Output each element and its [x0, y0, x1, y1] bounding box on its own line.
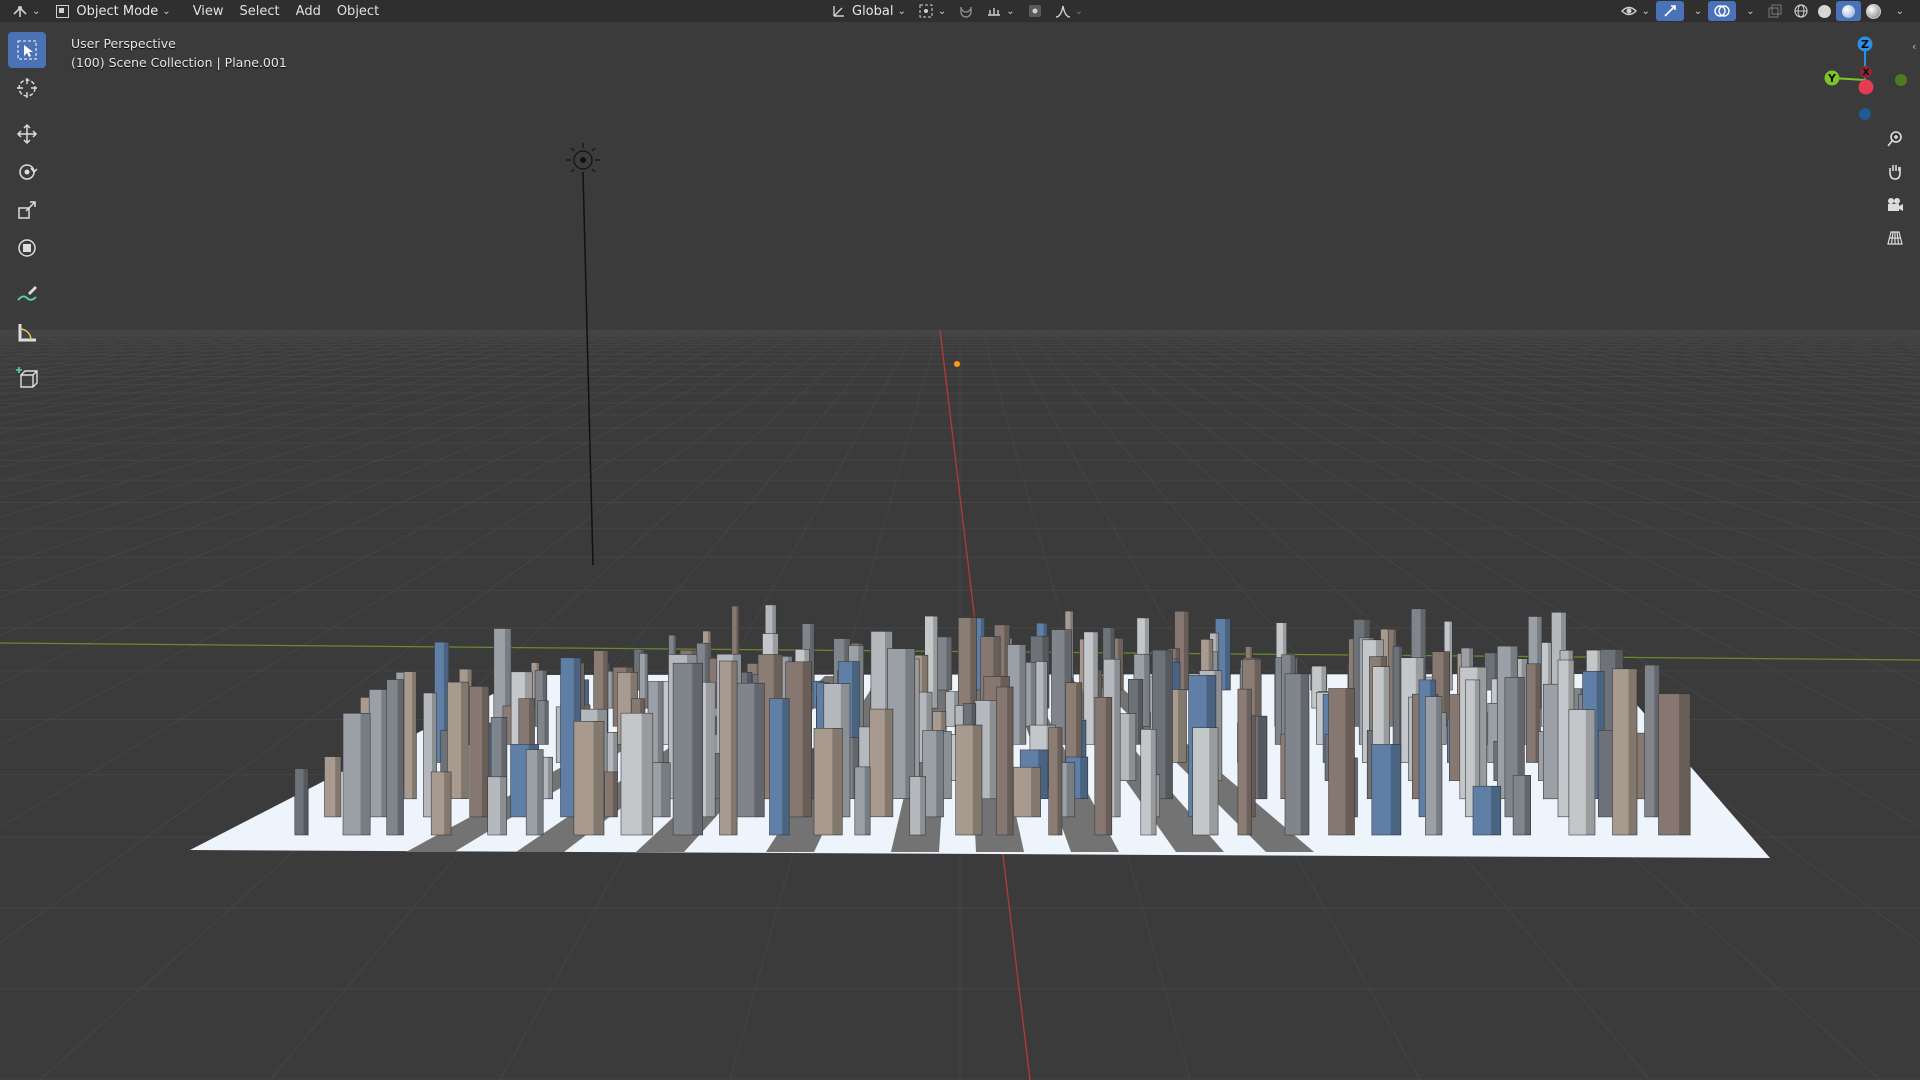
snap-toggle[interactable] — [952, 1, 980, 21]
chevron-down-icon: ⌄ — [1006, 5, 1015, 17]
tool-shelf — [8, 32, 46, 398]
overlays-icon — [1714, 3, 1730, 19]
viewport-header: ⌄ Object Mode ⌄ View Select Add Object G… — [0, 0, 1920, 22]
pivot-icon — [918, 3, 934, 19]
proportional-edit-icon — [1027, 3, 1043, 19]
chevron-down-icon: ⌄ — [897, 5, 906, 17]
tool-scale[interactable] — [8, 192, 46, 228]
editor-type-dropdown[interactable]: ⌄ — [6, 1, 46, 21]
shading-material-button[interactable] — [1835, 1, 1861, 21]
magnet-icon — [958, 3, 974, 19]
camera-icon — [1888, 198, 1903, 211]
wireframe-shading-icon — [1793, 3, 1809, 19]
gizmo-x-label: X — [1863, 68, 1870, 78]
move-icon — [16, 123, 38, 145]
tool-transform[interactable] — [8, 230, 46, 266]
mode-label: Object Mode — [76, 3, 159, 19]
tool-add-cube[interactable] — [8, 360, 46, 396]
menu-view[interactable]: View — [185, 1, 232, 21]
camera-view-button[interactable] — [1880, 190, 1910, 220]
zoom-icon — [1887, 131, 1902, 147]
gizmo-icon — [1662, 3, 1678, 19]
pan-button[interactable] — [1880, 157, 1910, 187]
add-cube-icon — [16, 367, 38, 388]
tool-select-box[interactable] — [8, 32, 46, 68]
perspective-toggle-button[interactable] — [1880, 223, 1910, 253]
blender-window: ⌄ Object Mode ⌄ View Select Add Object G… — [0, 0, 1920, 1080]
overlays-toggle[interactable] — [1708, 1, 1737, 21]
select-box-icon — [17, 40, 37, 60]
overlays-dropdown[interactable]: ⌄ — [1736, 1, 1760, 21]
header-menus: View Select Add Object — [185, 1, 387, 21]
solid-shading-icon — [1817, 4, 1831, 18]
shading-solid-button[interactable] — [1813, 1, 1836, 21]
sidebar-collapse-arrow[interactable]: ‹ — [1912, 40, 1916, 53]
gizmo-y-label: Y — [1827, 72, 1837, 85]
transform-controls: Global ⌄ ⌄ ⌄ ⌄ — [825, 1, 1089, 21]
gizmo-x-positive[interactable] — [1858, 79, 1874, 95]
object-origin-dot[interactable] — [954, 361, 960, 367]
gizmo-z-negative[interactable] — [1859, 108, 1871, 120]
eye-icon — [1621, 3, 1638, 19]
3d-viewport[interactable] — [0, 0, 1920, 1080]
material-shading-icon — [1841, 4, 1855, 18]
pivot-point-dropdown[interactable]: ⌄ — [912, 1, 952, 21]
view-name: User Perspective — [71, 36, 176, 51]
menu-object[interactable]: Object — [329, 1, 387, 21]
transform-orientation-dropdown[interactable]: Global ⌄ — [825, 1, 912, 21]
transform-icon — [18, 239, 36, 257]
city-model[interactable] — [190, 604, 1770, 858]
falloff-curve-icon — [1055, 3, 1071, 19]
mode-selector[interactable]: Object Mode ⌄ — [50, 1, 176, 21]
chevron-down-icon: ⌄ — [32, 5, 41, 17]
menu-add[interactable]: Add — [288, 1, 329, 21]
chevron-down-icon: ⌄ — [1693, 5, 1703, 17]
gizmo-toggle[interactable] — [1655, 1, 1684, 21]
gizmo-dropdown[interactable]: ⌄ — [1684, 1, 1708, 21]
tool-measure[interactable] — [8, 314, 46, 350]
snap-target-dropdown[interactable]: ⌄ — [980, 1, 1020, 21]
tool-cursor[interactable] — [8, 70, 46, 106]
chevron-down-icon: ⌄ — [1641, 5, 1650, 17]
grid-perspective-icon — [1887, 231, 1903, 245]
shading-dropdown[interactable]: ⌄ — [1886, 1, 1910, 21]
xray-icon — [1767, 3, 1783, 19]
shading-wireframe-button[interactable] — [1789, 1, 1813, 21]
shading-rendered-button[interactable] — [1861, 1, 1886, 21]
chevron-down-icon: ⌄ — [1074, 5, 1084, 17]
rotate-icon — [19, 164, 38, 180]
hand-icon — [1889, 165, 1901, 180]
rendered-shading-icon — [1865, 3, 1881, 19]
chevron-down-icon: ⌄ — [1746, 5, 1755, 17]
gizmo-z-label: Z — [1861, 38, 1869, 51]
scale-icon — [18, 201, 36, 219]
proportional-falloff-dropdown[interactable]: ⌄ — [1049, 1, 1089, 21]
chevron-down-icon: ⌄ — [1895, 5, 1904, 17]
navigation-gizmo[interactable]: Z Y X — [1808, 28, 1918, 128]
viewport-display-controls: ⌄ ⌄ ⌄ ⌄ — [1615, 1, 1910, 21]
orientation-icon — [831, 3, 847, 19]
tool-annotate[interactable] — [8, 276, 46, 312]
collection-info: (100) Scene Collection | Plane.001 — [71, 55, 287, 70]
xray-toggle[interactable] — [1761, 1, 1789, 21]
viewport-text-info: User Perspective (100) Scene Collection … — [71, 34, 287, 72]
object-mode-icon — [56, 4, 70, 18]
visibility-dropdown[interactable]: ⌄ — [1615, 1, 1655, 21]
measure-ruler-icon — [18, 324, 36, 342]
tool-move[interactable] — [8, 116, 46, 152]
snap-increment-icon — [986, 3, 1002, 19]
tool-rotate[interactable] — [8, 154, 46, 190]
annotate-pencil-icon — [17, 286, 37, 301]
cursor-icon — [17, 78, 37, 98]
orientation-label: Global — [852, 3, 894, 19]
zoom-button[interactable] — [1880, 124, 1910, 154]
editor-type-icon — [12, 3, 28, 19]
menu-select[interactable]: Select — [232, 1, 288, 21]
chevron-down-icon: ⌄ — [162, 5, 171, 17]
chevron-down-icon: ⌄ — [937, 5, 947, 17]
proportional-editing-toggle[interactable] — [1021, 1, 1049, 21]
gizmo-y-negative[interactable] — [1895, 74, 1907, 86]
